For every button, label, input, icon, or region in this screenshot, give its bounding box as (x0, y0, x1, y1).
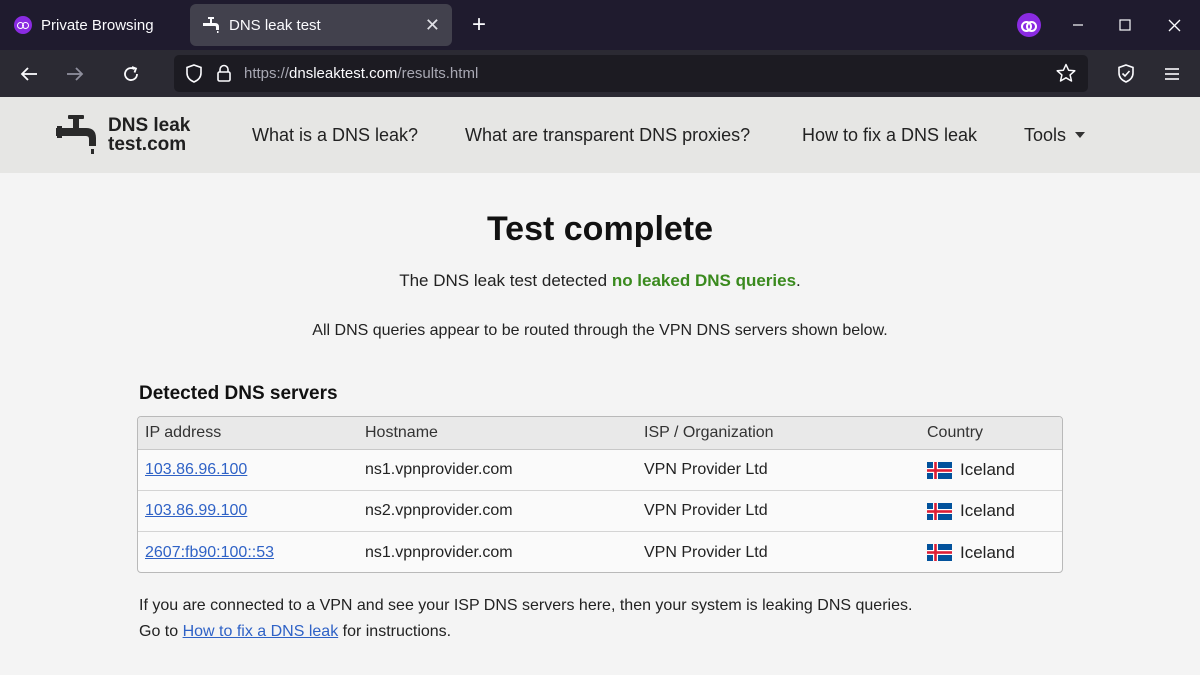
nav-item-transparent-dns-proxies[interactable]: What are transparent DNS proxies? (465, 97, 750, 173)
nav-item-what-is-dns-leak[interactable]: What is a DNS leak? (252, 97, 418, 173)
iceland-flag-icon (927, 502, 952, 520)
url-path: /results.html (397, 65, 479, 82)
private-browsing-indicator: Private Browsing (14, 0, 154, 50)
caret-down-icon (1075, 132, 1086, 138)
table-row: 103.86.99.100 ns2.vpnprovider.com VPN Pr… (138, 491, 1062, 532)
ip-cell: 103.86.96.100 (145, 450, 247, 490)
header-isp: ISP / Organization (644, 424, 774, 441)
private-browsing-label: Private Browsing (41, 16, 154, 34)
nav-link-label[interactable]: Tools (1024, 125, 1066, 146)
isp-cell: VPN Provider Ltd (644, 543, 768, 561)
ip-link[interactable]: 103.86.96.100 (145, 461, 247, 479)
private-mask-icon (14, 16, 32, 34)
forward-button[interactable] (60, 50, 90, 97)
page-title: Test complete (486, 210, 714, 248)
close-window-button[interactable] (1151, 0, 1197, 50)
nav-link-label[interactable]: How to fix a DNS leak (802, 125, 977, 146)
footer-prefix: Go to (139, 623, 183, 640)
country-cell: Iceland (927, 450, 1015, 490)
result-prefix: The DNS leak test detected (399, 271, 612, 290)
shield-check-icon (1118, 64, 1134, 83)
tracking-protection-shield-icon[interactable] (185, 64, 203, 88)
country-name: Iceland (960, 460, 1015, 479)
hostname-cell: ns1.vpnprovider.com (365, 461, 513, 478)
logo-text: DNS leak test.com (108, 116, 190, 154)
url-scheme: https:// (244, 65, 290, 82)
result-suffix: . (796, 271, 801, 290)
private-browsing-icon[interactable] (1017, 13, 1041, 37)
tab-dns-leak-test[interactable]: DNS leak test ✕ (190, 4, 452, 46)
ip-cell: 2607:fb90:100::53 (145, 532, 274, 572)
lock-icon[interactable] (216, 64, 232, 88)
table-row: 103.86.96.100 ns1.vpnprovider.com VPN Pr… (138, 450, 1062, 491)
vpn-shield-button[interactable] (1112, 50, 1140, 97)
nav-item-tools[interactable]: Tools (1024, 97, 1086, 173)
country-name: Iceland (960, 542, 1015, 562)
forward-arrow-icon (67, 66, 84, 81)
nav-link-label[interactable]: What is a DNS leak? (252, 125, 418, 146)
maximize-icon (1119, 19, 1131, 31)
country-cell: Iceland (927, 532, 1015, 572)
footer-note: If you are connected to a VPN and see yo… (139, 597, 913, 614)
header-ip-address: IP address (145, 424, 222, 441)
table-header-row: IP address Hostname ISP / Organization C… (138, 417, 1062, 450)
footer-instructions: Go to How to fix a DNS leak for instruct… (139, 623, 451, 641)
iceland-flag-icon (927, 461, 952, 479)
faucet-logo-icon (56, 115, 96, 154)
faucet-favicon-icon (202, 16, 220, 34)
tab-close-icon[interactable]: ✕ (425, 16, 440, 34)
hamburger-menu-icon (1165, 67, 1179, 80)
iceland-flag-icon (927, 544, 952, 561)
navigation-toolbar: https://dnsleaktest.com/results.html (0, 50, 1200, 97)
section-title: Detected DNS servers (139, 383, 338, 404)
tab-title: DNS leak test (229, 16, 321, 34)
reload-icon (124, 65, 138, 81)
isp-cell: VPN Provider Ltd (644, 461, 768, 478)
nav-link-label[interactable]: What are transparent DNS proxies? (465, 125, 750, 146)
new-tab-button[interactable]: + (465, 10, 493, 40)
logo-line-1: DNS leak (108, 115, 191, 136)
header-country: Country (927, 424, 984, 441)
ip-link[interactable]: 2607:fb90:100::53 (145, 544, 274, 562)
site-header: DNS leak test.com What is a DNS leak? Wh… (0, 97, 1200, 173)
ip-cell: 103.86.99.100 (145, 491, 247, 531)
nav-item-how-to-fix[interactable]: How to fix a DNS leak (802, 97, 977, 173)
header-hostname: Hostname (365, 424, 438, 441)
ip-link[interactable]: 103.86.99.100 (145, 502, 247, 520)
country-cell: Iceland (927, 491, 1015, 531)
result-highlight: no leaked DNS queries (611, 271, 797, 290)
logo-line-2: test.com (108, 134, 187, 155)
url-domain: dnsleaktest.com (289, 65, 398, 82)
reload-button[interactable] (116, 50, 146, 97)
back-button[interactable] (14, 50, 44, 97)
minimize-button[interactable] (1055, 0, 1101, 50)
site-logo[interactable]: DNS leak test.com (56, 114, 190, 156)
bookmark-star-icon[interactable] (1056, 63, 1076, 88)
country-name: Iceland (960, 501, 1015, 520)
hostname-cell: ns1.vpnprovider.com (365, 543, 513, 561)
maximize-button[interactable] (1102, 0, 1148, 50)
address-bar[interactable]: https://dnsleaktest.com/results.html (174, 55, 1088, 92)
dns-servers-table: IP address Hostname ISP / Organization C… (137, 416, 1063, 573)
how-to-fix-link[interactable]: How to fix a DNS leak (183, 623, 339, 640)
isp-cell: VPN Provider Ltd (644, 502, 768, 519)
table-row: 2607:fb90:100::53 ns1.vpnprovider.com VP… (138, 532, 1062, 572)
minimize-icon (1073, 24, 1083, 26)
app-menu-button[interactable] (1158, 50, 1186, 97)
browser-tab-bar: Private Browsing DNS leak test ✕ + (0, 0, 1200, 50)
back-arrow-icon (20, 66, 37, 81)
result-message: The DNS leak test detected no leaked DNS… (0, 271, 1200, 291)
hostname-cell: ns2.vpnprovider.com (365, 502, 513, 519)
footer-suffix: for instructions. (338, 623, 452, 640)
close-window-icon (1168, 19, 1180, 31)
result-subtext: All DNS queries appear to be routed thro… (312, 322, 888, 339)
url-text[interactable]: https://dnsleaktest.com/results.html (244, 55, 478, 92)
